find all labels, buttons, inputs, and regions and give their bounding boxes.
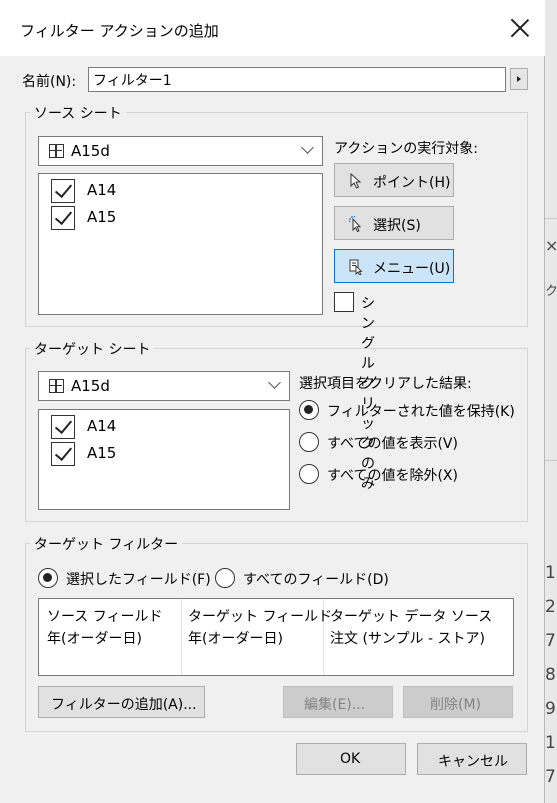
radio-label: すべての値を表示(V) [327, 436, 458, 452]
table-cell: 年(オーダー日) [47, 631, 142, 647]
clear-result-label: 選択項目をクリアした結果: [299, 376, 472, 392]
worksheet-grid-icon [49, 379, 64, 393]
column-header-target-field[interactable]: ターゲット フィールド [188, 606, 332, 626]
bg-text: 8 [545, 665, 556, 685]
table-cell: 年(オーダー日) [188, 631, 283, 647]
radio-button-selected[interactable] [299, 400, 319, 420]
cancel-button[interactable]: キャンセル [417, 743, 527, 775]
pointer-icon [350, 173, 362, 189]
run-on-hover-button[interactable]: ポイント(H) [334, 163, 454, 197]
bg-text: 9 [545, 699, 556, 719]
source-sheets-title: ソース シート [30, 103, 126, 123]
radio-button[interactable] [215, 568, 235, 588]
target-sheet-selected: A15d [71, 377, 110, 395]
column-divider [181, 599, 182, 675]
button-label: 削除(M) [430, 697, 482, 713]
source-sheet-selected: A15d [71, 142, 110, 160]
name-options-button[interactable] [510, 68, 528, 90]
filter-action-dialog: フィルター アクションの追加 名前(N): フィルター1 ソース シート A15… [0, 0, 545, 803]
bg-text: 7 [545, 631, 556, 651]
button-label: フィルターの追加(A)... [51, 697, 197, 713]
radio-label: 選択したフィールド(F) [66, 572, 211, 588]
sheet-label: A15 [87, 444, 117, 462]
name-field[interactable]: フィルター1 [88, 67, 506, 92]
single-click-checkbox[interactable] [334, 292, 354, 312]
filter-fields-table: ソース フィールド ターゲット フィールド ターゲット データ ソース 年(オー… [38, 598, 514, 676]
radio-label: すべてのフィールド(D) [243, 572, 389, 588]
run-on-select-button[interactable]: 選択(S) [334, 206, 454, 240]
column-header-source-field[interactable]: ソース フィールド [47, 606, 162, 626]
radio-button[interactable] [299, 464, 319, 484]
sheet-label: A14 [87, 417, 117, 435]
radio-label: すべての値を除外(X) [327, 468, 458, 484]
target-sheet-dropdown[interactable]: A15d [38, 371, 290, 401]
add-filter-button[interactable]: フィルターの追加(A)... [38, 686, 205, 718]
chevron-down-icon [301, 141, 314, 154]
target-filter-title: ターゲット フィルター [30, 534, 183, 554]
checkbox-checked[interactable] [51, 442, 75, 466]
bg-text: 2 [545, 597, 556, 617]
checkbox-checked[interactable] [51, 206, 75, 230]
checkbox-checked[interactable] [51, 179, 75, 203]
button-label: キャンセル [438, 754, 508, 770]
run-on-label: アクションの実行対象: [334, 141, 479, 157]
source-sheet-list: A14 A15 [38, 173, 323, 315]
source-sheet-dropdown[interactable]: A15d [38, 136, 323, 166]
name-label: 名前(N): [22, 74, 77, 90]
table-cell: 注文 (サンプル - ストア) [330, 631, 485, 647]
button-label: メニュー(U) [373, 261, 451, 277]
worksheet-grid-icon [49, 144, 64, 158]
button-label: OK [340, 751, 361, 767]
select-cursor-icon [349, 216, 362, 232]
checkbox-checked[interactable] [51, 415, 75, 439]
sheet-label: A14 [87, 181, 117, 199]
button-label: 選択(S) [373, 218, 421, 234]
edit-filter-button[interactable]: 編集(E)... [283, 686, 393, 718]
triangle-right-icon [517, 76, 521, 82]
radio-label: フィルターされた値を保持(K) [327, 404, 515, 420]
menu-icon [349, 259, 363, 275]
radio-button[interactable] [299, 432, 319, 452]
radio-button-selected[interactable] [38, 568, 58, 588]
dialog-title: フィルター アクションの追加 [20, 22, 219, 40]
bg-text: × [545, 236, 557, 255]
sheet-label: A15 [87, 208, 117, 226]
button-label: ポイント(H) [373, 175, 451, 191]
button-label: 編集(E)... [304, 697, 366, 713]
bg-text: 1 [545, 733, 556, 753]
name-value: フィルター1 [93, 73, 172, 89]
ok-button[interactable]: OK [296, 743, 406, 775]
target-sheets-title: ターゲット シート [30, 339, 155, 359]
run-on-menu-button[interactable]: メニュー(U) [334, 249, 454, 283]
bg-text: ク [545, 284, 557, 299]
bg-text: 1 [545, 563, 556, 583]
chevron-down-icon [268, 376, 281, 389]
bg-text: 7 [545, 767, 556, 787]
close-icon[interactable] [508, 16, 532, 40]
delete-filter-button[interactable]: 削除(M) [403, 686, 513, 718]
title-bar: フィルター アクションの追加 [0, 0, 545, 56]
column-header-target-datasource[interactable]: ターゲット データ ソース [330, 606, 492, 626]
target-sheet-list: A14 A15 [38, 409, 290, 510]
